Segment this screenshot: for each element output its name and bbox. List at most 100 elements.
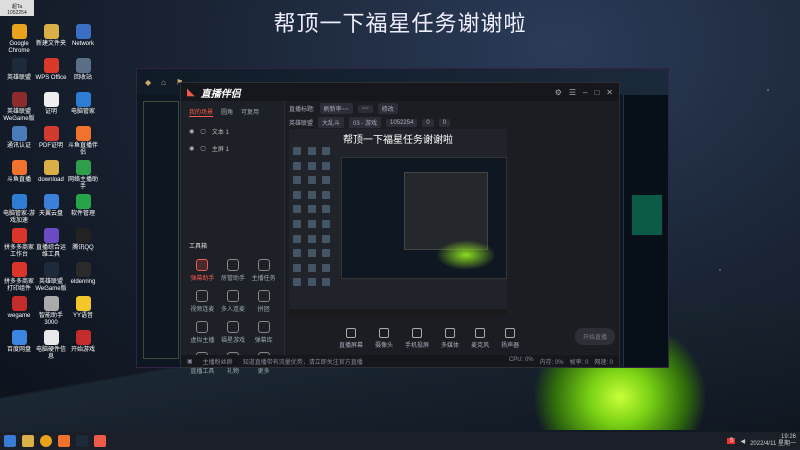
- desktop-icon[interactable]: 腾讯QQ: [66, 228, 100, 252]
- status-metric: CPU: 0%: [508, 356, 534, 363]
- app-icon: [43, 262, 59, 277]
- scene-tabs: 我的场景 圆角 可复用: [181, 101, 284, 123]
- app-icon: [11, 58, 27, 73]
- source-button[interactable]: 扬声器: [501, 328, 519, 349]
- menu-icon[interactable]: ☰: [569, 88, 576, 97]
- desktop-icon[interactable]: download: [34, 160, 68, 184]
- desktop-icon[interactable]: 网络主播助手: [66, 160, 100, 191]
- eye-icon[interactable]: ◉: [189, 128, 194, 135]
- source-button[interactable]: 摄像头: [375, 328, 393, 349]
- source-label: 麦克风: [471, 343, 490, 349]
- preview-icon: [322, 147, 331, 155]
- start-button[interactable]: [4, 435, 16, 447]
- source-button[interactable]: 麦克风: [471, 328, 489, 349]
- desktop-icon[interactable]: 直播综合运维工具: [34, 228, 68, 259]
- desktop-icon[interactable]: 英雄联盟WeGame版: [2, 92, 36, 123]
- scene-item[interactable]: ◉ ▢ 文本 1: [181, 123, 284, 140]
- info-field[interactable]: 刷新率~~: [319, 103, 353, 114]
- minimize-icon[interactable]: –: [583, 88, 587, 97]
- desktop-icon[interactable]: 开始游戏: [66, 330, 100, 354]
- friends-panel[interactable]: [623, 95, 668, 367]
- desktop-icon[interactable]: eldenring: [66, 262, 100, 286]
- source-button[interactable]: 手机投屏: [405, 328, 429, 349]
- source-label: 扬声器: [501, 343, 520, 349]
- clock[interactable]: 19:26 2022/4/11 星期一: [750, 434, 796, 448]
- info-field[interactable]: 0: [422, 118, 434, 127]
- tool-item[interactable]: 视频连麦: [187, 290, 218, 313]
- app-icon: [11, 160, 27, 175]
- maximize-icon[interactable]: □: [594, 88, 599, 97]
- desktop-icon[interactable]: 拼多多商家工作台: [2, 228, 36, 259]
- lock-icon[interactable]: ▢: [200, 128, 206, 135]
- volume-icon[interactable]: ◀: [740, 438, 745, 445]
- desktop-icon[interactable]: 证明: [34, 92, 68, 116]
- eye-icon[interactable]: ◉: [189, 145, 194, 152]
- desktop-icon-label: 拼多多商家工作台: [3, 245, 34, 258]
- tool-item[interactable]: 拼团: [248, 290, 279, 313]
- tool-item[interactable]: 弹幕库: [248, 321, 279, 344]
- desktop-icon[interactable]: Google Chrome: [2, 24, 36, 55]
- source-button[interactable]: 多媒体: [441, 328, 459, 349]
- tool-label: 拼团: [257, 307, 270, 313]
- desktop-icon[interactable]: 英雄联盟: [2, 58, 36, 82]
- tool-item[interactable]: 福星游戏: [218, 321, 249, 344]
- desktop-icon[interactable]: wegame: [2, 296, 36, 320]
- settings-icon[interactable]: ⚙: [555, 88, 562, 97]
- sogou-input-icon[interactable]: S: [727, 438, 736, 444]
- tab-reusable[interactable]: 可复用: [241, 107, 259, 117]
- tool-item[interactable]: 弹幕助手: [187, 259, 218, 282]
- desktop-icon[interactable]: 百度网盘: [2, 330, 36, 354]
- tool-item[interactable]: 主播任务: [248, 259, 279, 282]
- scene-item[interactable]: ◉ ▢ 主屏 1: [181, 140, 284, 157]
- desktop-icon[interactable]: Network: [66, 24, 100, 48]
- desktop-icon[interactable]: 通讯认证: [2, 126, 36, 150]
- tab-my-scenes[interactable]: 我的场景: [189, 107, 214, 117]
- tool-item[interactable]: 虚拟主播: [187, 321, 218, 344]
- tool-icon: [226, 321, 239, 333]
- desktop-icon[interactable]: PDF证明: [34, 126, 68, 150]
- desktop-icon-label: 电脑硬件信息: [35, 347, 66, 360]
- info-field[interactable]: 03 - 游戏: [349, 117, 382, 128]
- start-stream-button[interactable]: 开始直播: [574, 327, 615, 345]
- streaming-app-window[interactable]: ◣ 直播伴侣 ⚙ ☰ – □ ✕ 我的场景 圆角 可复用 ◉ ▢ 文本 1 ◉ …: [180, 82, 620, 375]
- taskbar-chrome-icon[interactable]: [40, 435, 52, 447]
- desktop-icon[interactable]: 天翼云盘: [34, 194, 68, 218]
- desktop-icon[interactable]: 软件管理: [66, 194, 100, 218]
- stream-preview[interactable]: 帮顶一下福星任务谢谢啦: [289, 129, 507, 315]
- desktop-icon[interactable]: 回收站: [66, 58, 100, 82]
- status-text-2[interactable]: 知道直播带有流量优势，请立即关注官方直播: [243, 357, 363, 366]
- desktop-icon[interactable]: 电脑硬件信息: [34, 330, 68, 361]
- tool-item[interactable]: 房管助手: [218, 259, 249, 282]
- info-field[interactable]: 修改: [377, 103, 398, 114]
- desktop-icon[interactable]: 英雄联盟WeGame版: [34, 262, 68, 293]
- desktop-icon[interactable]: 斗鱼直播: [2, 160, 36, 184]
- taskbar-file-explorer-icon[interactable]: [22, 435, 34, 447]
- desktop-icon[interactable]: 智能助手3000: [34, 296, 68, 327]
- info-field[interactable]: 大乱斗: [318, 117, 345, 128]
- tool-item[interactable]: 多人连麦: [218, 290, 249, 313]
- source-button[interactable]: 直播屏幕: [339, 328, 363, 349]
- close-icon[interactable]: ✕: [606, 88, 613, 97]
- desktop-icon[interactable]: 电脑管家-游戏加速: [2, 194, 36, 225]
- taskbar-douyu-icon[interactable]: [58, 435, 70, 447]
- app-logo: 直播伴侣: [200, 88, 241, 100]
- status-metric: 网速: 0: [594, 359, 613, 366]
- info-field[interactable]: 0: [438, 118, 451, 127]
- source-label: 手机投屏: [405, 343, 430, 349]
- desktop-icon[interactable]: WPS Office: [34, 58, 68, 82]
- lock-icon[interactable]: ▢: [200, 145, 206, 152]
- info-field[interactable]: 1052254: [386, 118, 418, 127]
- home-icon[interactable]: ⌂: [161, 78, 166, 87]
- desktop-icon[interactable]: YY语音: [66, 296, 100, 320]
- info-field[interactable]: ~~: [357, 104, 373, 113]
- preview-icon: [322, 278, 331, 287]
- lol-logo-icon[interactable]: ◆: [145, 78, 151, 87]
- desktop-icon[interactable]: 新建文件夹: [34, 24, 68, 48]
- source-icon: [445, 328, 456, 338]
- desktop-icon[interactable]: 电脑管家: [66, 92, 100, 116]
- desktop-icon[interactable]: 斗鱼直播伴侣: [66, 126, 100, 157]
- taskbar-lol-icon[interactable]: [76, 435, 88, 447]
- taskbar-livestream-icon[interactable]: [94, 435, 106, 447]
- tab-rounded[interactable]: 圆角: [221, 107, 233, 117]
- desktop-icon[interactable]: 拼多多商家打印组件: [2, 262, 36, 293]
